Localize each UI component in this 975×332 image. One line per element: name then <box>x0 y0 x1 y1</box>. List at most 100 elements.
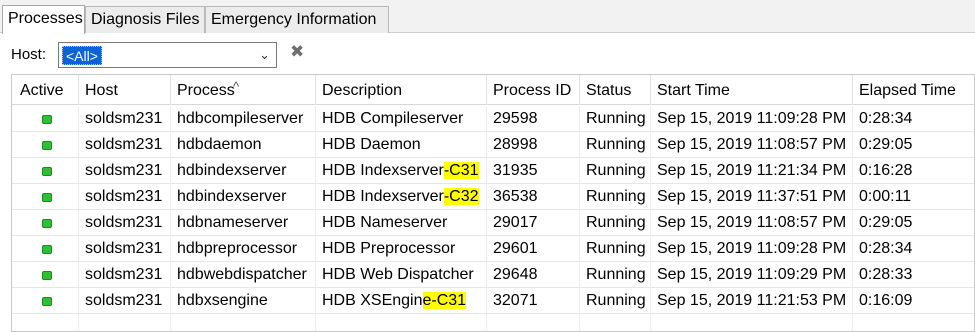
start-time-cell: Sep 15, 2019 11:08:57 PM <box>651 210 853 236</box>
tab-processes[interactable]: Processes <box>2 5 85 34</box>
table-row[interactable]: soldsm231 hdbpreprocessor HDB Preprocessor… <box>12 236 974 262</box>
column-header-active[interactable]: Active <box>12 75 79 105</box>
column-header-description[interactable]: Description <box>316 75 487 105</box>
description-cell: HDB Preprocessor <box>316 236 487 262</box>
elapsed-time-cell: 0:28:33 <box>859 266 913 283</box>
status-running-icon <box>42 141 52 150</box>
elapsed-time-cell: 0:29:05 <box>859 214 913 231</box>
table-header: Active Host Process ^ Description Proces… <box>12 75 974 105</box>
table-row[interactable]: soldsm231 hdbindexserver HDB Indexserver-C… <box>12 184 974 210</box>
elapsed-time-cell: 0:29:05 <box>859 136 913 153</box>
description-text: HDB Nameserver <box>322 214 448 231</box>
status-running-icon <box>42 167 52 176</box>
close-x-icon[interactable]: ✖ <box>290 42 304 62</box>
empty-cell <box>12 314 79 331</box>
process-id-cell: 29017 <box>487 210 580 236</box>
column-header-process-label: Process <box>177 82 235 99</box>
status-cell: Running <box>580 262 651 288</box>
description-cell: HDB Compileserver <box>316 106 487 132</box>
status-cell: Running <box>580 132 651 158</box>
description-cell: HDB XSEngine-C31 <box>316 288 487 314</box>
elapsed-time-cell: 0:00:11 <box>859 188 912 205</box>
process-id-cell: 29601 <box>487 236 580 262</box>
description-text: HDB Daemon <box>322 136 421 153</box>
description-text: HDB Web Dispatcher <box>322 266 474 283</box>
empty-cell <box>316 314 487 331</box>
process-table: Active Host Process ^ Description Proces… <box>11 74 975 332</box>
empty-cell <box>853 314 974 331</box>
status-running-icon <box>42 271 52 280</box>
empty-cell <box>487 314 580 331</box>
column-header-start-time[interactable]: Start Time <box>651 75 853 105</box>
column-header-process[interactable]: Process ^ <box>171 75 316 105</box>
description-highlight: e-C31 <box>422 292 467 309</box>
start-time-cell: Sep 15, 2019 11:21:34 PM <box>651 158 853 184</box>
chevron-down-icon[interactable]: ⌄ <box>259 47 270 63</box>
process-id-cell: 31935 <box>487 158 580 184</box>
description-text: HDB Indexserver <box>322 188 444 205</box>
host-cell: soldsm231 <box>79 106 171 132</box>
column-header-host[interactable]: Host <box>79 75 171 105</box>
host-cell: soldsm231 <box>79 262 171 288</box>
process-cell: hdbindexserver <box>171 158 316 184</box>
tab-emergency-information[interactable]: Emergency Information <box>205 6 389 33</box>
host-cell: soldsm231 <box>79 210 171 236</box>
host-cell: soldsm231 <box>79 158 171 184</box>
description-cell: HDB Daemon <box>316 132 487 158</box>
column-header-elapsed-time[interactable]: Elapsed Time <box>853 75 974 105</box>
start-time-cell: Sep 15, 2019 11:21:53 PM <box>651 288 853 314</box>
start-time-cell: Sep 15, 2019 11:09:28 PM <box>651 236 853 262</box>
elapsed-time-cell: 0:16:28 <box>859 162 913 179</box>
active-cell <box>12 236 79 262</box>
process-id-cell: 36538 <box>487 184 580 210</box>
description-cell: HDB Nameserver <box>316 210 487 236</box>
host-label: Host: <box>11 46 47 63</box>
host-cell: soldsm231 <box>79 288 171 314</box>
status-running-icon <box>42 297 52 306</box>
status-cell: Running <box>580 210 651 236</box>
status-cell: Running <box>580 236 651 262</box>
table-row[interactable]: soldsm231 hdbindexserver HDB Indexserver-C… <box>12 158 974 184</box>
process-id-cell: 32071 <box>487 288 580 314</box>
column-header-process-id[interactable]: Process ID <box>487 75 580 105</box>
process-id-cell: 29598 <box>487 106 580 132</box>
description-highlight: -C31 <box>443 162 479 179</box>
active-cell <box>12 288 79 314</box>
status-cell: Running <box>580 158 651 184</box>
process-cell: hdbwebdispatcher <box>171 262 316 288</box>
process-cell: hdbdaemon <box>171 132 316 158</box>
process-cell: hdbindexserver <box>171 184 316 210</box>
host-dropdown[interactable]: <All> ⌄ <box>58 42 277 68</box>
empty-row <box>12 314 974 331</box>
table-row[interactable]: soldsm231 hdbxsengine HDB XSEngine-C31 3207… <box>12 288 974 314</box>
active-cell <box>12 262 79 288</box>
description-cell: HDB Indexserver-C31 <box>316 158 487 184</box>
start-time-cell: Sep 15, 2019 11:08:57 PM <box>651 132 853 158</box>
tab-strip: Processes Diagnosis Files Emergency Info… <box>0 0 975 34</box>
table-row[interactable]: soldsm231 hdbcompileserver HDB Compileserv… <box>12 106 974 132</box>
active-cell <box>12 210 79 236</box>
description-cell: HDB Web Dispatcher <box>316 262 487 288</box>
process-cell: hdbnameserver <box>171 210 316 236</box>
column-header-status[interactable]: Status <box>580 75 651 105</box>
table-row[interactable]: soldsm231 hdbnameserver HDB Nameserver 2901… <box>12 210 974 236</box>
start-time-cell: Sep 15, 2019 11:37:51 PM <box>651 184 853 210</box>
empty-cell <box>651 314 853 331</box>
active-cell <box>12 158 79 184</box>
description-text: HDB Compileserver <box>322 110 464 127</box>
process-id-cell: 29648 <box>487 262 580 288</box>
empty-cell <box>171 314 316 331</box>
status-running-icon <box>42 115 52 124</box>
active-cell <box>12 184 79 210</box>
start-time-cell: Sep 15, 2019 11:09:28 PM <box>651 106 853 132</box>
process-cell: hdbxsengine <box>171 288 316 314</box>
description-text: HDB Indexserver <box>322 162 444 179</box>
status-cell: Running <box>580 106 651 132</box>
description-text: HDB Preprocessor <box>322 240 456 257</box>
table-row[interactable]: soldsm231 hdbwebdispatcher HDB Web Dispatc… <box>12 262 974 288</box>
table-row[interactable]: soldsm231 hdbdaemon HDB Daemon 28998 Running… <box>12 132 974 158</box>
status-running-icon <box>42 245 52 254</box>
elapsed-time-cell: 0:16:09 <box>859 292 913 309</box>
tab-diagnosis-files[interactable]: Diagnosis Files <box>85 6 205 33</box>
host-filter-bar: Host: <All> ⌄ ✖ <box>0 34 975 74</box>
